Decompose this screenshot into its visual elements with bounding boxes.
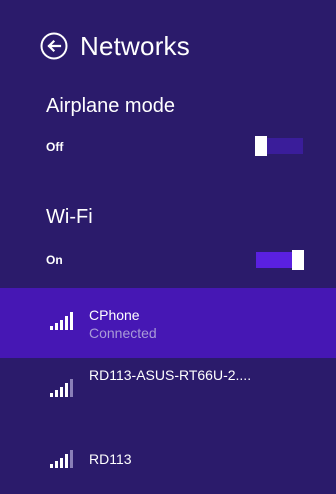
wifi-signal-icon — [50, 312, 73, 330]
wifi-label: Wi-Fi — [46, 206, 93, 228]
network-item-rd113-asus[interactable]: RD113-ASUS-RT66U-2.... — [0, 358, 336, 418]
network-status: Connected — [89, 325, 157, 341]
wifi-toggle-thumb — [292, 250, 304, 270]
wifi-signal-icon — [50, 379, 73, 397]
airplane-mode-state: Off — [46, 140, 64, 154]
network-item-rd113[interactable]: RD113 — [0, 425, 336, 485]
network-name: RD113-ASUS-RT66U-2.... — [89, 367, 252, 383]
page-title: Networks — [80, 30, 190, 61]
back-arrow-circle-icon — [40, 32, 68, 60]
wifi-toggle[interactable] — [256, 250, 304, 270]
wifi-signal-icon — [50, 450, 73, 468]
network-flyout: Networks Airplane mode Off Wi-Fi On CPho… — [0, 0, 336, 494]
back-button[interactable] — [38, 30, 70, 62]
header: Networks — [38, 26, 190, 66]
network-name: CPhone — [89, 307, 140, 323]
wifi-state: On — [46, 253, 63, 267]
airplane-mode-label: Airplane mode — [46, 95, 175, 117]
airplane-toggle-thumb — [255, 136, 267, 156]
airplane-mode-toggle[interactable] — [255, 136, 303, 156]
network-name: RD113 — [89, 451, 132, 467]
network-item-cphone[interactable]: CPhone Connected — [0, 288, 336, 358]
